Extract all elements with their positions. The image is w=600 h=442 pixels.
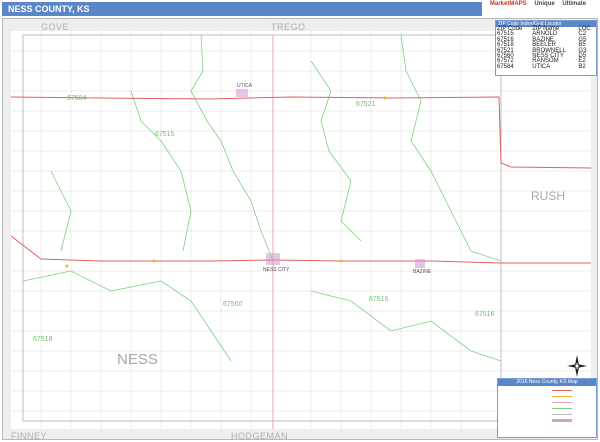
brand-logos: MarketMAPS Unique Ultimate xyxy=(490,1,598,17)
neighbor-rush: RUSH xyxy=(531,189,566,203)
zip-label: 67518 xyxy=(33,336,53,343)
zip-label: 67516 xyxy=(475,311,495,318)
town-label-bazine: BAZINE xyxy=(413,269,432,275)
highway-upper xyxy=(11,96,591,169)
zip-label: 67521 xyxy=(356,101,376,108)
county-label: NESS xyxy=(117,351,158,368)
town-marker-utica xyxy=(236,89,248,97)
neighbor-finney: FINNEY xyxy=(11,431,48,441)
table-row: 67584 UTICA B2 xyxy=(497,63,586,70)
brand-logo-2: Unique xyxy=(534,1,555,7)
map-key-title: 2016 Ness County, KS Map xyxy=(498,379,596,386)
road-grid xyxy=(11,31,591,429)
town-label-ness-city: NESS CITY xyxy=(263,267,290,273)
town-label-utica: UTICA xyxy=(237,83,252,89)
zip-label: 67516 xyxy=(369,296,389,303)
key-row xyxy=(502,418,592,422)
key-row xyxy=(502,388,592,392)
key-row xyxy=(502,412,592,416)
neighbor-trego: TREGO xyxy=(271,22,306,32)
town-marker-ness-city xyxy=(266,253,280,265)
map-frame[interactable]: GOVE TREGO RUSH FINNEY HODGEMAN NESS 675… xyxy=(2,18,598,441)
neighbor-gove: GOVE xyxy=(41,22,70,32)
map-key: 2016 Ness County, KS Map xyxy=(497,378,597,438)
zip-label: 67515 xyxy=(155,131,175,138)
brand-logo-1: MarketMAPS xyxy=(490,1,527,7)
map-canvas[interactable]: GOVE TREGO RUSH FINNEY HODGEMAN NESS 675… xyxy=(11,22,591,441)
neighbor-hodgeman: HODGEMAN xyxy=(231,431,289,441)
highway-lower xyxy=(11,235,591,264)
zip-legend: ZIP Code Index/Grid Locator ZIP Code ZIP… xyxy=(495,20,597,76)
map-graphics xyxy=(11,31,591,429)
zip-label: 67584 xyxy=(67,95,87,102)
legend-table: ZIP Code ZIP Name LOC 67515 ARNOLD C2 6751… xyxy=(496,26,596,70)
brand-logo-3: Ultimate xyxy=(562,1,587,7)
map-title: NESS COUNTY, KS xyxy=(2,2,482,16)
interchange-markers xyxy=(65,96,387,268)
county-boundary xyxy=(22,34,502,422)
key-row xyxy=(502,406,592,410)
zip-label: 67560 xyxy=(223,301,243,308)
key-row xyxy=(502,394,592,398)
zip-boundaries xyxy=(22,34,502,362)
town-marker-bazine xyxy=(415,259,425,268)
north-arrow-icon xyxy=(567,355,587,377)
key-row xyxy=(502,400,592,404)
